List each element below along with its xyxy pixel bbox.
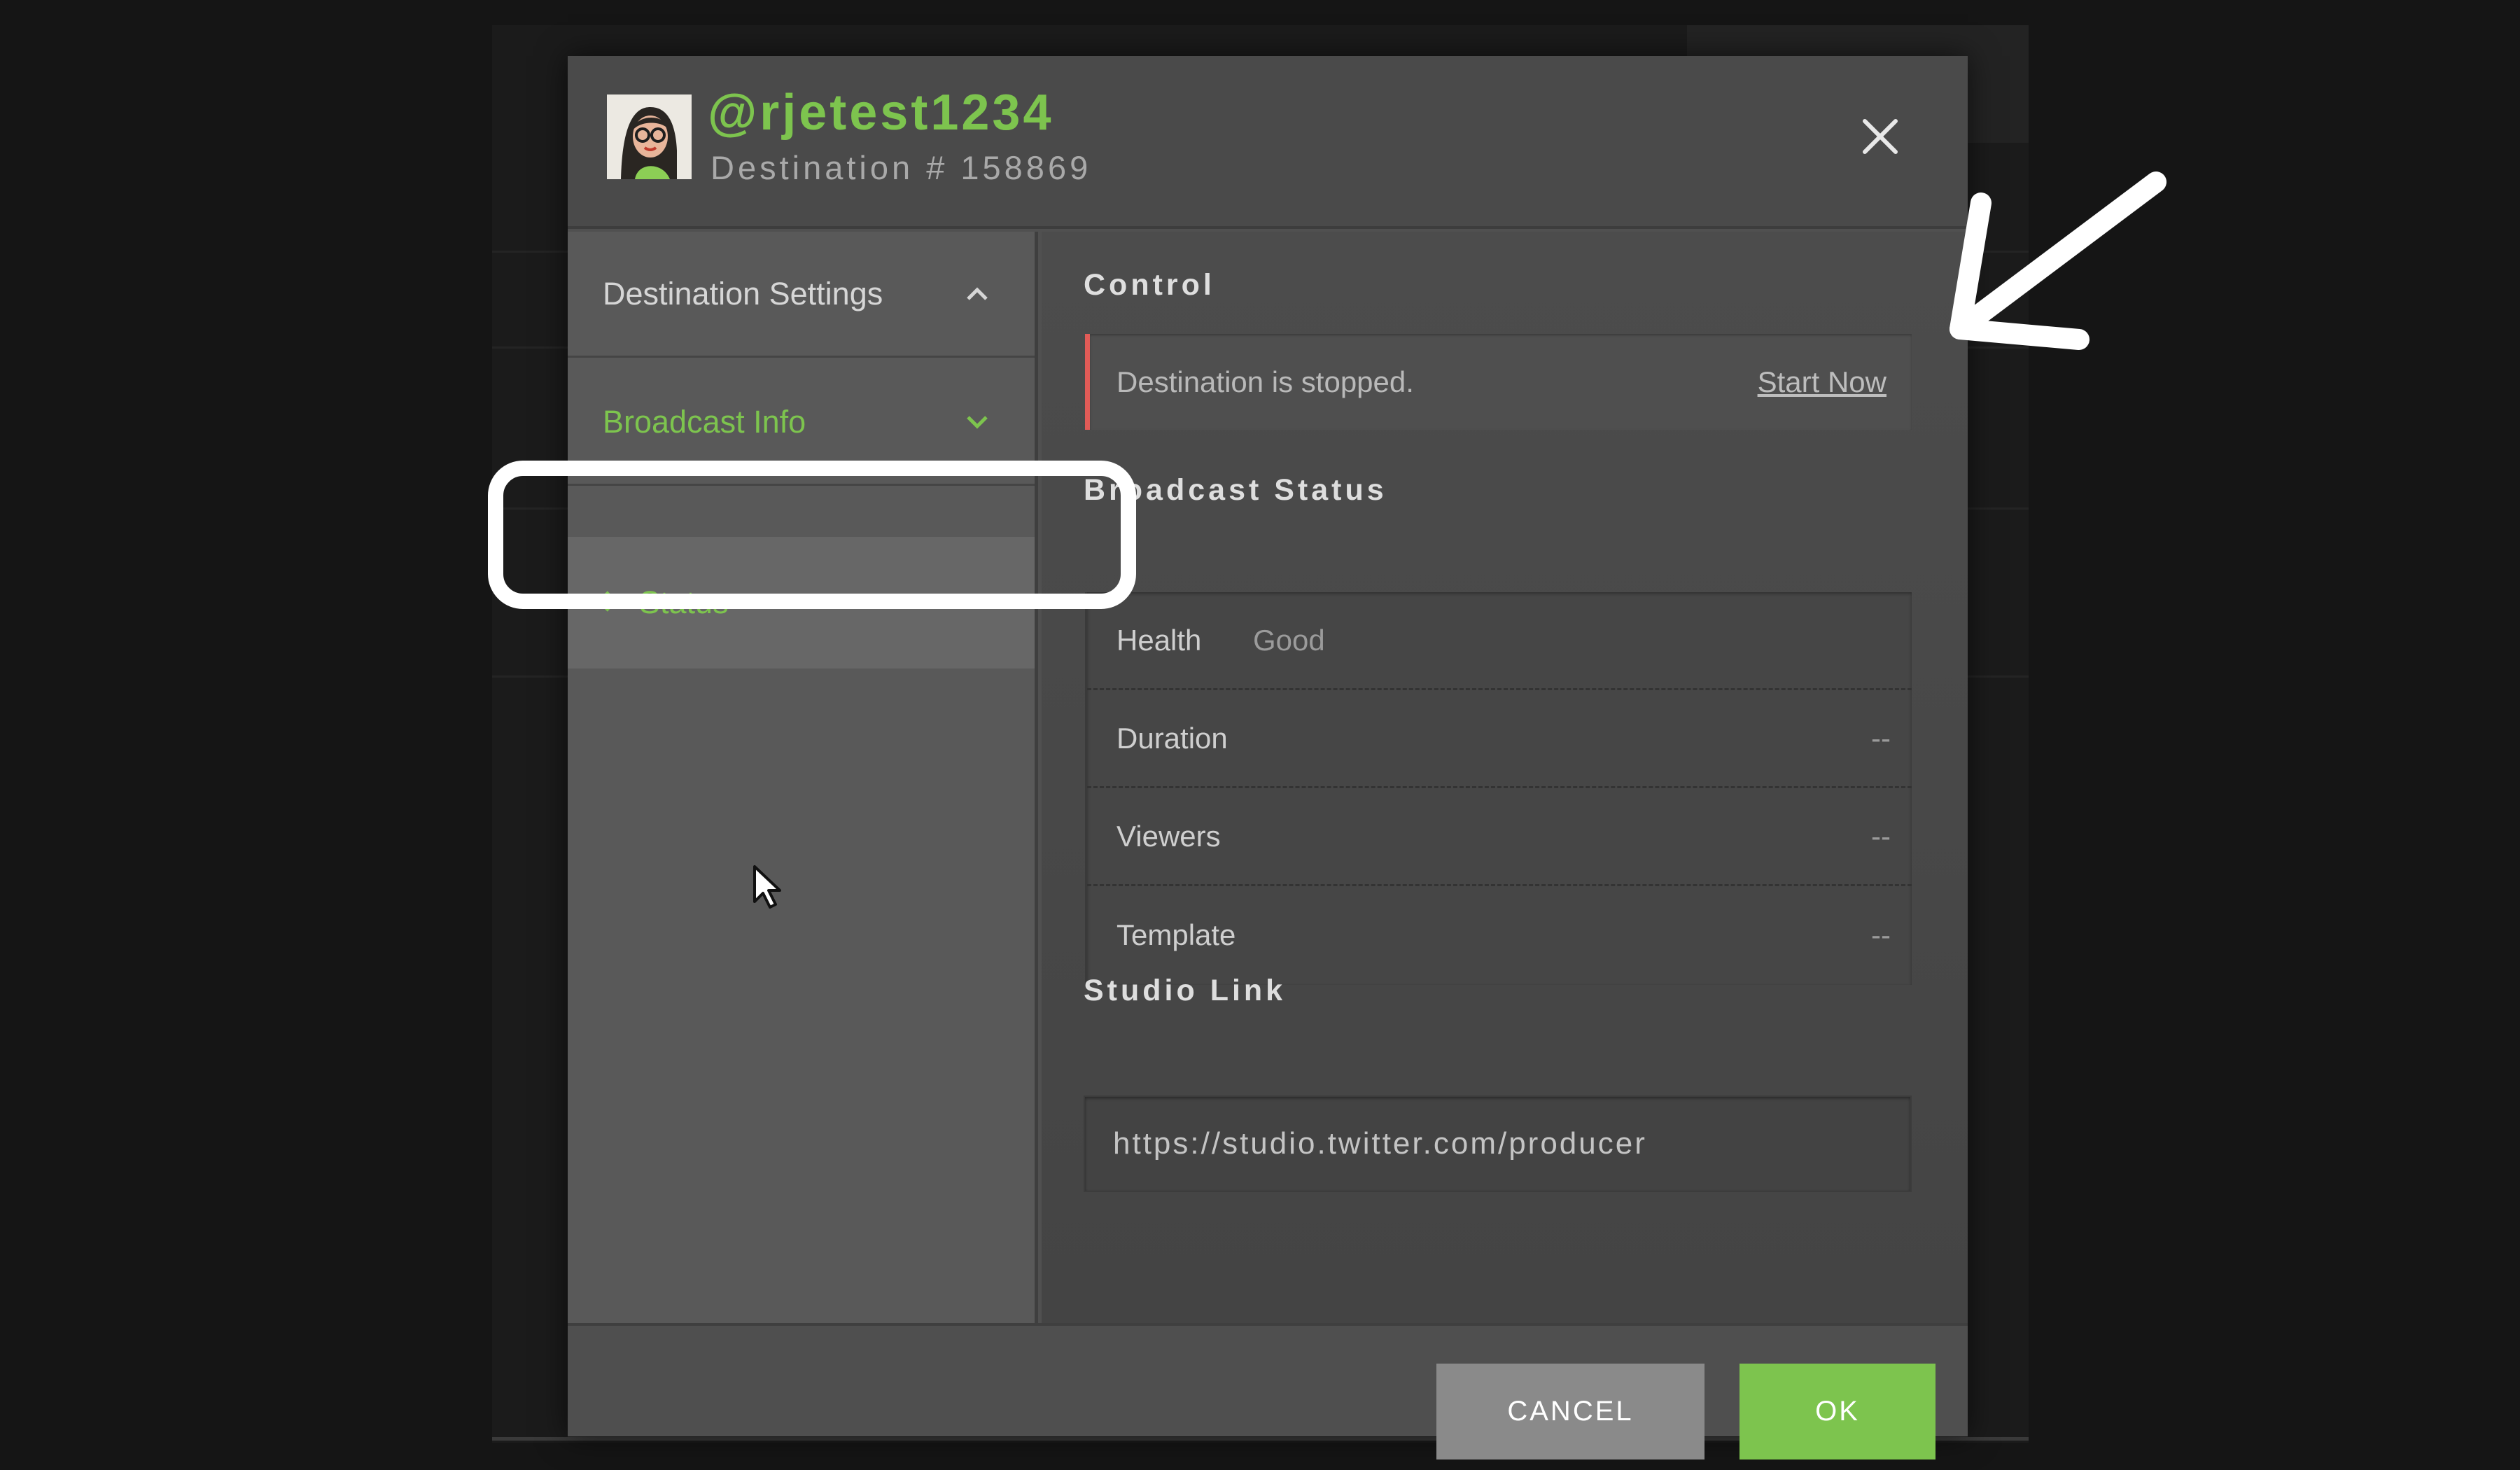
table-row: Health Good [1087,592,1912,690]
control-title: Control [1084,268,1215,302]
sidebar-subitem-status[interactable]: Status [568,537,1035,668]
status-panel: Control Destination is stopped. Start No… [1042,232,1968,1323]
row-value: -- [1871,819,1891,853]
chevron-down-icon [963,408,991,436]
sidebar-subitem-label: Status [639,584,729,620]
studio-link-title: Studio Link [1084,974,1287,1007]
control-message: Destination is stopped. [1116,365,1414,398]
settings-sidebar: Destination Settings Broadcast Info Stat… [568,232,1038,1323]
destination-number: Destination # 158869 [710,149,1092,186]
row-label: Health [1116,623,1202,657]
start-now-link[interactable]: Start Now [1758,365,1886,399]
chevron-up-icon [963,280,991,308]
sidebar-item-label: Destination Settings [603,275,883,312]
control-status-box: Destination is stopped. Start Now [1085,334,1912,430]
modal-footer: CANCEL OK [568,1323,1968,1460]
row-label: Template [1116,918,1236,951]
destination-modal: @rjetest1234 Destination # 158869 Destin… [568,56,1968,1460]
broadcast-status-table: Health Good Duration -- Viewers -- Templ… [1085,592,1912,985]
sidebar-item-label: Broadcast Info [603,403,806,440]
row-label: Viewers [1116,819,1221,853]
row-label: Duration [1116,721,1228,755]
modal-header: @rjetest1234 Destination # 158869 [568,56,1968,229]
chevron-right-icon [603,589,618,617]
row-value: Good [1253,623,1325,657]
table-row: Duration -- [1087,690,1912,788]
table-row: Template -- [1087,886,1912,984]
broadcast-status-title: Broadcast Status [1084,473,1387,507]
account-handle: @rjetest1234 [708,85,1054,141]
table-row: Viewers -- [1087,788,1912,886]
sidebar-item-destination-settings[interactable]: Destination Settings [568,232,1035,358]
close-icon [1863,119,1898,154]
row-value: -- [1871,918,1891,951]
row-value: -- [1871,721,1891,755]
user-avatar [607,94,692,179]
ok-button[interactable]: OK [1740,1364,1935,1460]
close-button[interactable] [1856,112,1905,161]
cancel-button[interactable]: CANCEL [1436,1364,1704,1460]
sidebar-item-broadcast-info[interactable]: Broadcast Info [568,360,1035,486]
studio-link-field[interactable]: https://studio.twitter.com/producer [1084,1096,1912,1192]
